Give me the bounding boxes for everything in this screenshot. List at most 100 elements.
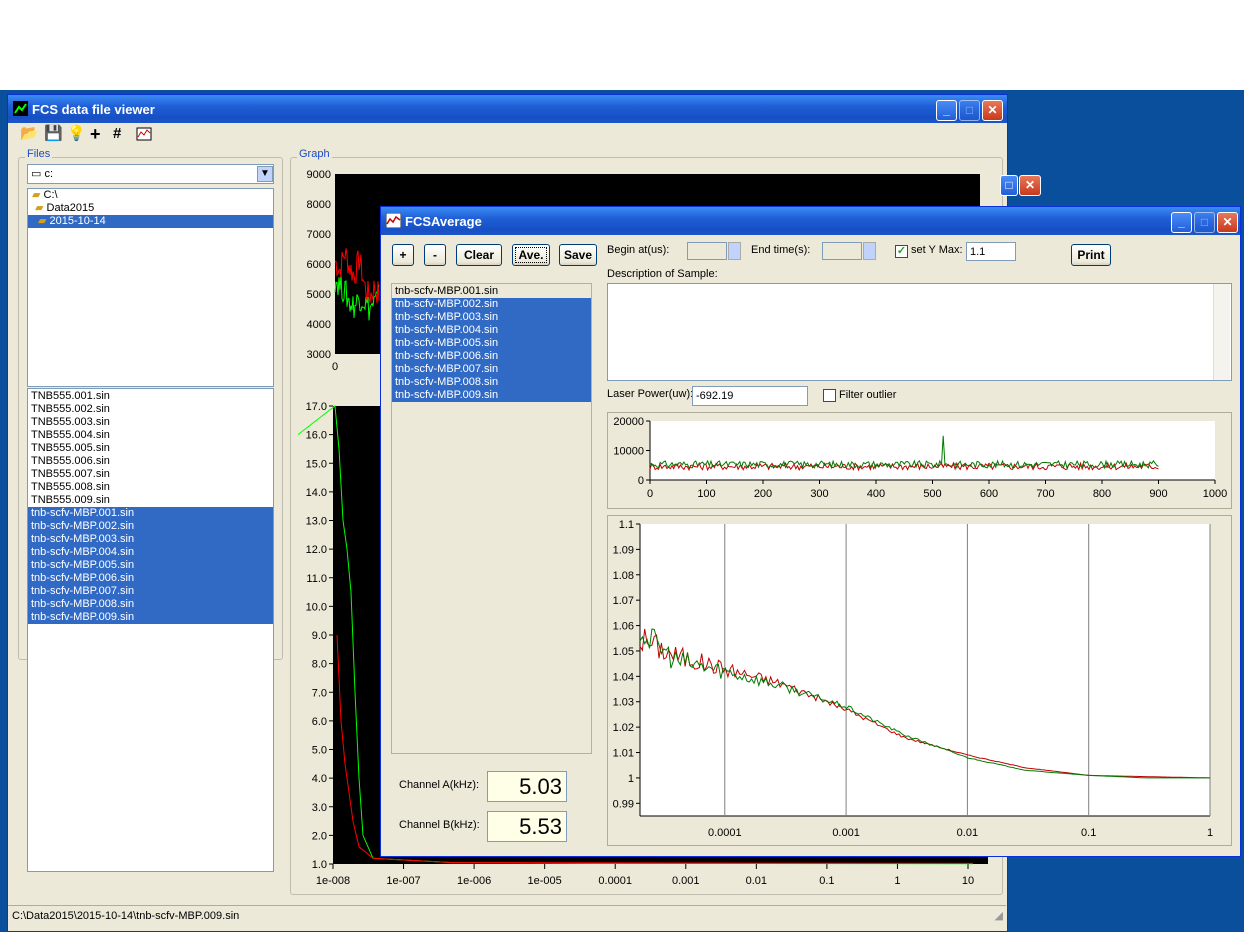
avg-file-list-item[interactable]: tnb-scfv-MBP.009.sin [392, 389, 591, 402]
main-titlebar[interactable]: FCS data file viewer _ □ ✕ [8, 95, 1007, 123]
main-file-list[interactable]: TNB555.001.sin TNB555.002.sin TNB555.003.s… [27, 388, 274, 872]
file-list-item[interactable]: TNB555.002.sin [28, 403, 273, 416]
file-list-item[interactable]: TNB555.009.sin [28, 494, 273, 507]
clear-button[interactable]: Clear [456, 244, 502, 266]
save-button[interactable]: Save [559, 244, 597, 266]
file-list-item[interactable]: tnb-scfv-MBP.003.sin [28, 533, 273, 546]
y-tick-label: 9000 [307, 170, 331, 181]
file-list-item[interactable]: TNB555.001.sin [28, 390, 273, 403]
x-tick-label: 1000 [1203, 488, 1227, 500]
maximize-button[interactable]: □ [959, 100, 980, 121]
avg-file-list-item[interactable]: tnb-scfv-MBP.006.sin [392, 350, 591, 363]
y-tick-label: 4000 [307, 319, 331, 331]
file-list-item[interactable]: TNB555.003.sin [28, 416, 273, 429]
folder-tree[interactable]: ▰ C:\ ▰ Data2015 ▰ 2015-10-14 [27, 188, 274, 387]
chart-settings-icon[interactable] [136, 127, 152, 141]
minimize-button[interactable]: _ [936, 100, 957, 121]
folder-item[interactable]: ▰ C:\ [28, 189, 273, 202]
file-list-item[interactable]: tnb-scfv-MBP.008.sin [28, 598, 273, 611]
grid-icon[interactable]: # [113, 126, 121, 142]
file-list-item[interactable]: TNB555.005.sin [28, 442, 273, 455]
status-text: C:\Data2015\2015-10-14\tnb-scfv-MBP.009.… [12, 910, 240, 922]
avg-file-list-item[interactable]: tnb-scfv-MBP.001.sin [392, 285, 591, 298]
begin-spinner[interactable] [728, 242, 741, 260]
drive-dropdown-chevron-icon[interactable]: ▼ [257, 166, 273, 182]
avg-file-list-item[interactable]: tnb-scfv-MBP.003.sin [392, 311, 591, 324]
y-tick-label: 1.05 [613, 646, 634, 658]
description-textarea[interactable] [607, 283, 1232, 381]
set-y-max-checkbox[interactable]: ✓ [895, 245, 908, 258]
avg-file-list-item[interactable]: tnb-scfv-MBP.002.sin [392, 298, 591, 311]
begin-input[interactable] [687, 242, 727, 260]
folder-item[interactable]: ▰ Data2015 [28, 202, 273, 215]
crosshair-icon[interactable]: + [90, 125, 101, 143]
file-list-item[interactable]: TNB555.007.sin [28, 468, 273, 481]
avg-maximize-button[interactable]: □ [1194, 212, 1215, 233]
add-button[interactable]: + [392, 244, 414, 266]
laser-power-input[interactable]: -692.19 [692, 386, 808, 406]
y-tick-label: 2.0 [312, 830, 327, 842]
x-tick-label: 900 [1149, 488, 1167, 500]
bulb-icon[interactable]: 💡 [67, 126, 86, 142]
remove-button[interactable]: - [424, 244, 446, 266]
folder-icon: ▰ [35, 202, 47, 214]
bg-close-button[interactable]: ✕ [1019, 175, 1041, 196]
file-list-item[interactable]: TNB555.006.sin [28, 455, 273, 468]
save-disk-icon[interactable]: 💾 [44, 126, 63, 142]
file-list-item[interactable]: TNB555.004.sin [28, 429, 273, 442]
x-tick-label: 0.1 [1081, 827, 1096, 839]
average-button[interactable]: Ave. [512, 244, 550, 266]
channel-a-label: Channel A(kHz): [399, 779, 480, 791]
avg-file-list-item[interactable]: tnb-scfv-MBP.005.sin [392, 337, 591, 350]
close-button[interactable]: ✕ [982, 100, 1003, 121]
file-list-item[interactable]: tnb-scfv-MBP.002.sin [28, 520, 273, 533]
filter-outlier-checkbox[interactable] [823, 389, 836, 402]
avg-file-list[interactable]: tnb-scfv-MBP.001.sin tnb-scfv-MBP.002.sin… [391, 283, 592, 754]
y-tick-label: 1.08 [613, 570, 634, 582]
y-tick-label: 3000 [307, 349, 331, 361]
y-tick-label: 8.0 [312, 659, 327, 671]
file-list-item[interactable]: tnb-scfv-MBP.009.sin [28, 611, 273, 624]
y-max-input[interactable]: 1.1 [966, 242, 1016, 261]
channel-a-value: 5.03 [487, 771, 567, 802]
channel-b-value: 5.53 [487, 811, 567, 842]
x-tick-label: 0.001 [672, 875, 700, 887]
x-tick-label: 0.0001 [598, 875, 632, 887]
folder-icon: ▰ [32, 189, 44, 201]
file-list-item[interactable]: tnb-scfv-MBP.005.sin [28, 559, 273, 572]
x-tick-label: 800 [1093, 488, 1111, 500]
folder-item[interactable]: ▰ 2015-10-14 [28, 215, 273, 228]
y-tick-label: 11.0 [306, 573, 327, 585]
avg-close-button[interactable]: ✕ [1217, 212, 1238, 233]
y-tick-label: 5000 [307, 289, 331, 301]
y-tick-label: 12.0 [306, 544, 327, 556]
bg-maximize-button[interactable]: □ [1000, 175, 1018, 196]
x-tick-label: 0.01 [957, 827, 978, 839]
avg-titlebar[interactable]: FCSAverage _ □ ✕ [381, 207, 1240, 235]
file-list-item[interactable]: tnb-scfv-MBP.001.sin [28, 507, 273, 520]
y-tick-label: 20000 [613, 416, 644, 428]
open-folder-icon[interactable]: 📂 [20, 126, 39, 142]
print-button[interactable]: Print [1071, 244, 1111, 266]
file-list-item[interactable]: tnb-scfv-MBP.006.sin [28, 572, 273, 585]
x-tick-label: 300 [810, 488, 828, 500]
file-list-item[interactable]: TNB555.008.sin [28, 481, 273, 494]
drive-select[interactable]: ▭ c: [27, 164, 274, 184]
x-tick-label: 200 [754, 488, 772, 500]
graph-label: Graph [297, 148, 332, 160]
avg-file-list-item[interactable]: tnb-scfv-MBP.008.sin [392, 376, 591, 389]
resize-grip-icon[interactable]: ◢ [995, 909, 1003, 922]
end-spinner[interactable] [863, 242, 876, 260]
x-tick-label: 0 [332, 361, 338, 373]
file-list-item[interactable]: tnb-scfv-MBP.004.sin [28, 546, 273, 559]
y-tick-label: 1.03 [613, 697, 634, 709]
y-tick-label: 0 [638, 475, 644, 487]
end-input[interactable] [822, 242, 862, 260]
description-scrollbar[interactable] [1213, 284, 1230, 380]
avg-file-list-item[interactable]: tnb-scfv-MBP.004.sin [392, 324, 591, 337]
avg-minimize-button[interactable]: _ [1171, 212, 1192, 233]
y-tick-label: 1.09 [613, 544, 634, 556]
avg-file-list-item[interactable]: tnb-scfv-MBP.007.sin [392, 363, 591, 376]
y-tick-label: 1.04 [613, 671, 634, 683]
file-list-item[interactable]: tnb-scfv-MBP.007.sin [28, 585, 273, 598]
